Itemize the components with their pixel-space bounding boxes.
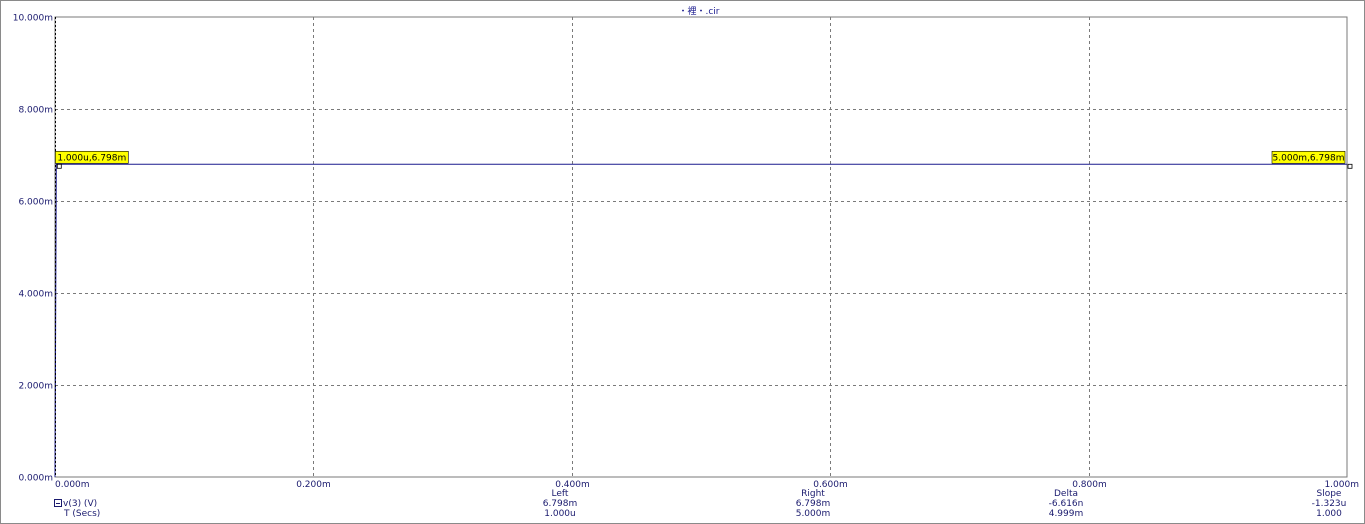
scope-window: ・裡・.cir 0.000m 0.200m 0.400m 0.600m 0.800m 1.… — [0, 0, 1365, 524]
chart-title: ・裡・.cir — [678, 5, 719, 17]
stat-left-header: Left — [551, 489, 569, 499]
stat-right-header: Right — [801, 489, 825, 499]
trace-toggle-icon[interactable] — [54, 499, 62, 507]
stat-slope: Slope -1.323u 1.000 — [1289, 489, 1365, 519]
plot-area[interactable]: ・裡・.cir 0.000m 0.200m 0.400m 0.600m 0.800m 1.… — [1, 1, 1365, 524]
stat-right-row1: 6.798m — [795, 499, 831, 509]
cursor-marker[interactable] — [1347, 163, 1353, 169]
plot-frame — [54, 16, 1348, 478]
legend-x-row: T (Secs) — [54, 509, 100, 519]
y-tick-label: 6.000m — [18, 198, 53, 208]
stat-right: Right 6.798m 5.000m — [773, 489, 853, 519]
stat-delta: Delta -6.616n 4.999m — [1026, 489, 1106, 519]
grid-layer — [54, 16, 1348, 478]
cursor-label-text: 1.000u,6.798m — [57, 153, 126, 163]
x-tick-label: 0.000m — [55, 480, 90, 490]
stat-delta-header: Delta — [1053, 489, 1078, 499]
series-layer — [54, 163, 1347, 478]
cursor-label-text: 5.000m,6.798m — [1273, 153, 1345, 163]
y-tick-label: 4.000m — [18, 290, 53, 300]
stat-left-row1: 6.798m — [542, 499, 578, 509]
legend-x-name: T (Secs) — [64, 509, 101, 519]
series-line — [54, 163, 1347, 478]
stat-right-row2: 5.000m — [795, 509, 831, 519]
tick-labels: 0.000m 0.200m 0.400m 0.600m 0.800m 1.000m0.00… — [13, 14, 1359, 491]
y-tick-label: 10.000m — [13, 14, 53, 24]
stat-delta-row1: -6.616n — [1048, 499, 1084, 509]
y-tick-label: 2.000m — [18, 382, 53, 392]
x-tick-label: 0.200m — [296, 480, 331, 490]
cursor-layer[interactable]: 1.000u,6.798m 5.000m,6.798m — [54, 17, 1353, 477]
stat-left-row2: 1.000u — [544, 509, 576, 519]
stat-slope-header: Slope — [1316, 489, 1342, 499]
stat-left: Left 6.798m 1.000u — [520, 489, 600, 519]
y-tick-label: 0.000m — [18, 474, 53, 484]
y-tick-label: 8.000m — [18, 106, 53, 116]
stat-slope-row1: -1.323u — [1311, 499, 1347, 509]
legend-y-row[interactable]: v(3) (V) — [54, 499, 100, 509]
cursor-marker[interactable] — [56, 163, 62, 169]
legend: v(3) (V) T (Secs) — [54, 499, 100, 519]
stat-delta-row2: 4.999m — [1048, 509, 1084, 519]
legend-y-name: v(3) (V) — [63, 499, 98, 509]
stat-slope-row2: 1.000 — [1316, 509, 1342, 519]
